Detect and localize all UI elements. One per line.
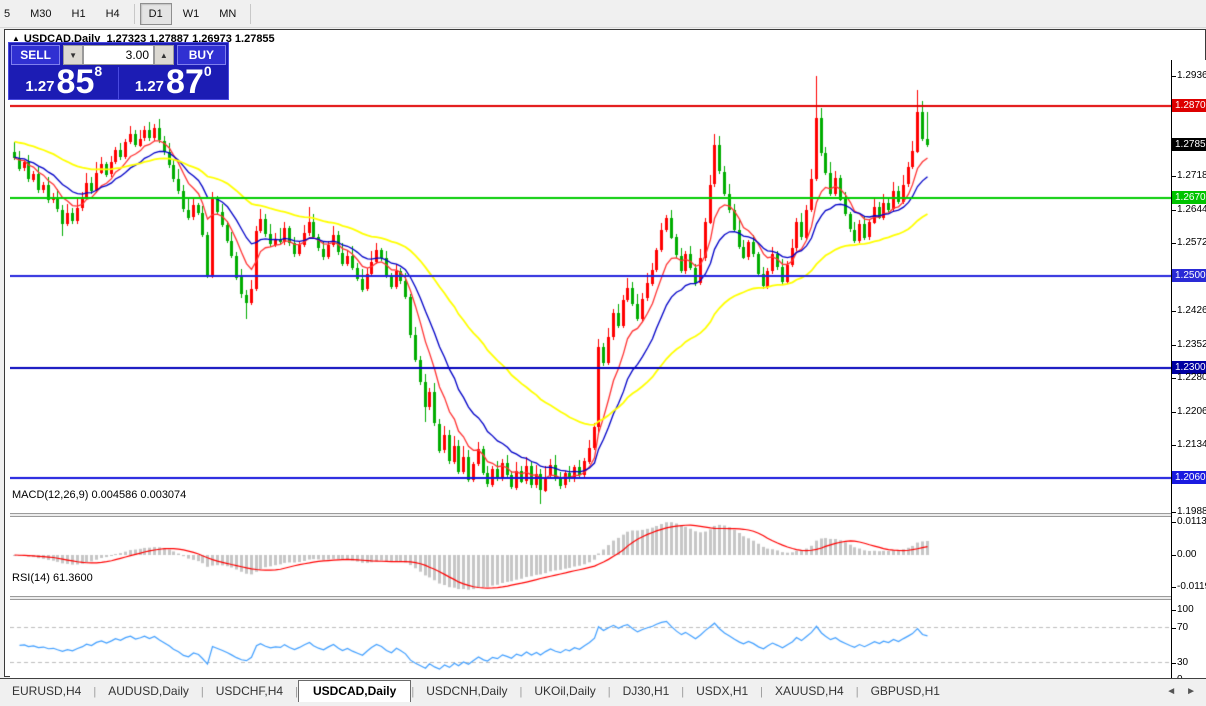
sell-button[interactable]: SELL <box>11 45 61 65</box>
sell-price[interactable]: 1.27 85 8 <box>9 63 119 99</box>
chart-window: 28 Dec 202016 Jan 20214 Feb 202123 Feb 2… <box>4 29 1206 706</box>
rsi-canvas[interactable] <box>10 600 1171 682</box>
price-axis-label: 1.21340 <box>1177 439 1206 450</box>
price-axis-label: 1.24260 <box>1177 305 1206 316</box>
one-click-trade-panel: SELL ▼ ▲ BUY 1.27 85 8 1.27 87 0 <box>8 42 229 100</box>
tab-scroll-left-icon[interactable]: ◄ <box>1166 686 1176 697</box>
macd-panel[interactable] <box>10 517 1171 596</box>
price-axis[interactable]: 1.29360 1.28700 1.27855 1.27180 1.267001.264… <box>1171 60 1206 706</box>
volume-increase-icon[interactable]: ▲ <box>154 45 174 65</box>
level-price-label: 1.28700 <box>1172 99 1206 112</box>
timeframe-button-w1[interactable]: W1 <box>174 3 209 25</box>
tab-dj30-h1[interactable]: DJ30,H1 <box>611 681 682 702</box>
price-tick-mark <box>1172 378 1176 379</box>
symbol-tab-bar: EURUSD,H4 | AUDUSD,Daily | USDCHF,H4 | USDCAD,… <box>0 678 1206 703</box>
price-tick-mark <box>1172 412 1176 413</box>
macd-axis-label: -0.01190 <box>1177 581 1206 592</box>
timeframe-button-5[interactable]: 5 <box>0 3 19 25</box>
buy-button[interactable]: BUY <box>176 45 226 65</box>
macd-label: MACD(12,26,9) 0.004586 0.003074 <box>12 489 187 501</box>
price-tick-mark <box>1172 512 1176 513</box>
tab-usdx-h1[interactable]: USDX,H1 <box>684 681 760 702</box>
tab-usdcnh-daily[interactable]: USDCNH,Daily <box>414 681 519 702</box>
price-tick-mark <box>1172 176 1176 177</box>
price-axis-label: 1.29360 <box>1177 70 1206 81</box>
rsi-label: RSI(14) 61.3600 <box>12 572 93 584</box>
main-chart-panel[interactable] <box>10 60 1171 513</box>
rsi-tick-mark <box>1172 610 1176 611</box>
macd-canvas[interactable] <box>10 517 1171 596</box>
candlestick-chart-canvas[interactable] <box>10 60 1171 513</box>
volume-decrease-icon[interactable]: ▼ <box>63 45 83 65</box>
level-price-label: 1.25003 <box>1172 269 1206 282</box>
tab-ukoil-daily[interactable]: UKOil,Daily <box>522 681 607 702</box>
level-price-label: 1.26700 <box>1172 191 1206 204</box>
macd-tick-mark <box>1172 587 1176 588</box>
tab-usdchf-h4[interactable]: USDCHF,H4 <box>204 681 295 702</box>
price-tick-mark <box>1172 243 1176 244</box>
timeframe-button-m30[interactable]: M30 <box>21 3 60 25</box>
rsi-panel[interactable] <box>10 600 1171 682</box>
tab-xauusd-h4[interactable]: XAUUSD,H4 <box>763 681 856 702</box>
price-tick-mark <box>1172 311 1176 312</box>
price-axis-label: 1.25720 <box>1177 237 1206 248</box>
rsi-tick-mark <box>1172 628 1176 629</box>
price-axis-label: 1.23520 <box>1177 339 1206 350</box>
rsi-axis-label: 30 <box>1177 657 1189 668</box>
price-tick-mark <box>1172 345 1176 346</box>
macd-tick-mark <box>1172 555 1176 556</box>
timeframe-button-d1[interactable]: D1 <box>139 2 172 25</box>
status-strip <box>0 702 1206 706</box>
timeframe-button-mn[interactable]: MN <box>210 3 245 25</box>
volume-input[interactable] <box>83 45 154 65</box>
macd-tick-mark <box>1172 522 1176 523</box>
rsi-axis-label: 100 <box>1177 604 1194 615</box>
buy-price[interactable]: 1.27 87 0 <box>119 63 229 99</box>
price-axis-label: 1.26440 <box>1177 204 1206 215</box>
current-price-label: 1.27855 <box>1172 138 1206 151</box>
price-axis-label: 1.27180 <box>1177 170 1206 181</box>
tab-gbpusd-h1[interactable]: GBPUSD,H1 <box>859 681 952 702</box>
timeframe-button-h1[interactable]: H1 <box>63 3 95 25</box>
timeframe-button-h4[interactable]: H4 <box>97 3 129 25</box>
toolbar-separator <box>250 3 252 24</box>
macd-axis-label: 0.00 <box>1177 549 1197 560</box>
tab-eurusd-h4[interactable]: EURUSD,H4 <box>0 681 93 702</box>
price-tick-mark <box>1172 210 1176 211</box>
price-axis-label: 1.22800 <box>1177 372 1206 383</box>
rsi-axis-label: 70 <box>1177 622 1189 633</box>
price-tick-mark <box>1172 445 1176 446</box>
level-price-label: 1.20609 <box>1172 471 1206 484</box>
tab-audusd-daily[interactable]: AUDUSD,Daily <box>96 681 201 702</box>
tab-usdcad-daily[interactable]: USDCAD,Daily <box>297 680 412 703</box>
price-tick-mark <box>1172 76 1176 77</box>
rsi-tick-mark <box>1172 663 1176 664</box>
tab-scroll-right-icon[interactable]: ► <box>1186 686 1196 697</box>
timeframe-toolbar: 5 M30 H1 H4 D1 W1 MN <box>0 0 1206 28</box>
macd-axis-label: 0.01135 <box>1177 516 1206 527</box>
toolbar-separator <box>133 3 135 24</box>
price-axis-label: 1.22060 <box>1177 406 1206 417</box>
